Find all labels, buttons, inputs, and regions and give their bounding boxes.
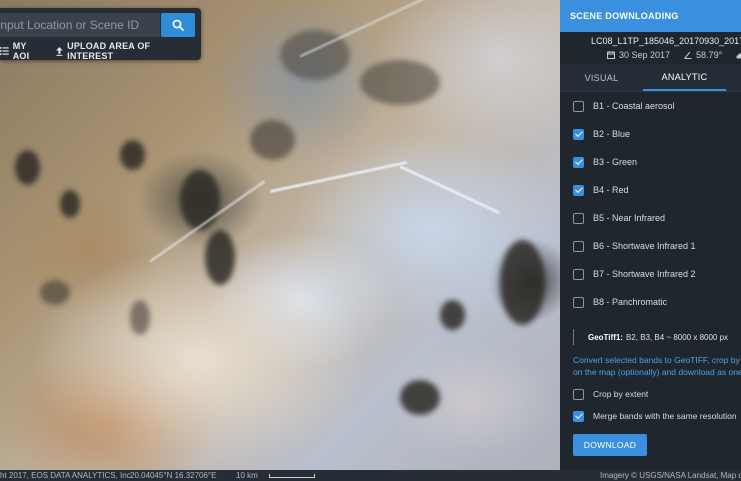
merge-label: Merge bands with the same resolution — [593, 411, 737, 421]
band-checkbox[interactable] — [573, 184, 584, 196]
download-button[interactable]: DOWNLOAD — [573, 434, 647, 456]
crop-label: Crop by extent — [593, 389, 649, 399]
my-aoi-label: MY AOI — [12, 41, 30, 61]
band-checkbox[interactable] — [573, 212, 584, 224]
tab-analytic[interactable]: ANALYTIC — [643, 64, 726, 91]
merge-checkbox[interactable] — [573, 410, 584, 422]
band-label: B4 - Red — [593, 185, 629, 195]
copyright-text: ht 2017, EOS DATA ANALYTICS, Inc — [0, 471, 131, 480]
search-panel: MY AOI UPLOAD AREA OF INTEREST — [0, 8, 201, 61]
upload-icon — [56, 46, 64, 56]
geotiff-info: B2, B3, B4 ~ 8000 x 8000 px — [625, 332, 729, 342]
band-b7[interactable]: B7 - Shortwave Infrared 2 — [560, 260, 741, 288]
scene-date-text: 30 Sep 2017 — [619, 50, 671, 60]
scene-id: LC08_L1TP_185046_20170930_20170930 — [591, 36, 741, 46]
crop-by-extent-option[interactable]: Crop by extent — [573, 387, 648, 401]
band-b2[interactable]: B2 - Blue — [560, 120, 741, 148]
band-b1[interactable]: B1 - Coastal aerosol — [560, 92, 741, 120]
band-checkbox[interactable] — [573, 128, 584, 140]
convert-note-line: Convert selected bands to GeoTIFF, crop … — [573, 355, 741, 365]
band-label: B7 - Shortwave Infrared 2 — [593, 269, 696, 279]
scale-label: 10 km — [236, 471, 258, 480]
list-icon — [0, 47, 9, 55]
band-label: B5 - Near Infrared — [593, 213, 666, 223]
crop-checkbox[interactable] — [573, 388, 584, 400]
status-bar: ht 2017, EOS DATA ANALYTICS, Inc 20.0404… — [0, 470, 741, 481]
geotiff-summary: GeoTiff1: B2, B3, B4 ~ 8000 x 8000 px — [573, 329, 728, 345]
scale-bar — [269, 474, 315, 478]
band-label: B1 - Coastal aerosol — [593, 101, 675, 111]
scene-info: LC08_L1TP_185046_20170930_20170930 30 Se… — [560, 32, 741, 64]
scene-angle: 58.79° — [684, 50, 722, 60]
band-b3[interactable]: B3 - Green — [560, 148, 741, 176]
panel-header: SCENE DOWNLOADING — [560, 0, 741, 32]
upload-aoi-button[interactable]: UPLOAD AREA OF INTEREST — [56, 41, 195, 61]
band-label: B8 - Panchromatic — [593, 297, 668, 307]
satellite-map[interactable] — [0, 0, 560, 470]
band-label: B2 - Blue — [593, 129, 631, 139]
merge-bands-option[interactable]: Merge bands with the same resolution — [573, 409, 737, 423]
search-button[interactable] — [161, 13, 195, 37]
band-b6[interactable]: B6 - Shortwave Infrared 1 — [560, 232, 741, 260]
scene-angle-text: 58.79° — [696, 50, 723, 60]
band-b4[interactable]: B4 - Red — [560, 176, 741, 204]
cloud-cover — [736, 52, 741, 59]
angle-icon — [684, 51, 692, 59]
band-label: B3 - Green — [593, 157, 638, 167]
calendar-icon — [607, 51, 615, 59]
geotiff-name: GeoTiff1: — [588, 332, 623, 342]
cloud-icon — [736, 52, 741, 58]
band-list: B1 - Coastal aerosol B2 - Blue B3 - Gree… — [560, 92, 741, 316]
convert-note-line: on the map (optionally) and download as … — [573, 367, 741, 377]
panel-title: SCENE DOWNLOADING — [570, 11, 679, 21]
convert-note: Convert selected bands to GeoTIFF, crop … — [573, 354, 741, 378]
scene-downloading-panel: SCENE DOWNLOADING LC08_L1TP_185046_20170… — [560, 0, 741, 470]
my-aoi-button[interactable]: MY AOI — [0, 41, 44, 61]
upload-aoi-label: UPLOAD AREA OF INTEREST — [67, 41, 151, 61]
band-tabs: VISUAL ANALYTIC — [560, 64, 741, 92]
search-input[interactable] — [0, 13, 160, 37]
scene-meta: 30 Sep 2017 58.79° — [607, 50, 741, 60]
aoi-toolbar: MY AOI UPLOAD AREA OF INTEREST — [0, 41, 201, 61]
band-b5[interactable]: B5 - Near Infrared — [560, 204, 741, 232]
band-checkbox[interactable] — [573, 240, 584, 252]
band-b8[interactable]: B8 - Panchromatic — [560, 288, 741, 316]
search-icon — [172, 19, 184, 31]
band-checkbox[interactable] — [573, 156, 584, 168]
attribution-text: Imagery © USGS/NASA Landsat, Map data © — [600, 471, 741, 480]
scene-date: 30 Sep 2017 — [607, 50, 670, 60]
band-checkbox[interactable] — [573, 268, 584, 280]
band-label: B6 - Shortwave Infrared 1 — [593, 241, 696, 251]
band-checkbox[interactable] — [573, 296, 584, 308]
tab-visual[interactable]: VISUAL — [560, 64, 643, 91]
band-checkbox[interactable] — [573, 100, 584, 112]
cursor-coordinates: 20.04045°N 16.32706°E — [130, 471, 217, 480]
